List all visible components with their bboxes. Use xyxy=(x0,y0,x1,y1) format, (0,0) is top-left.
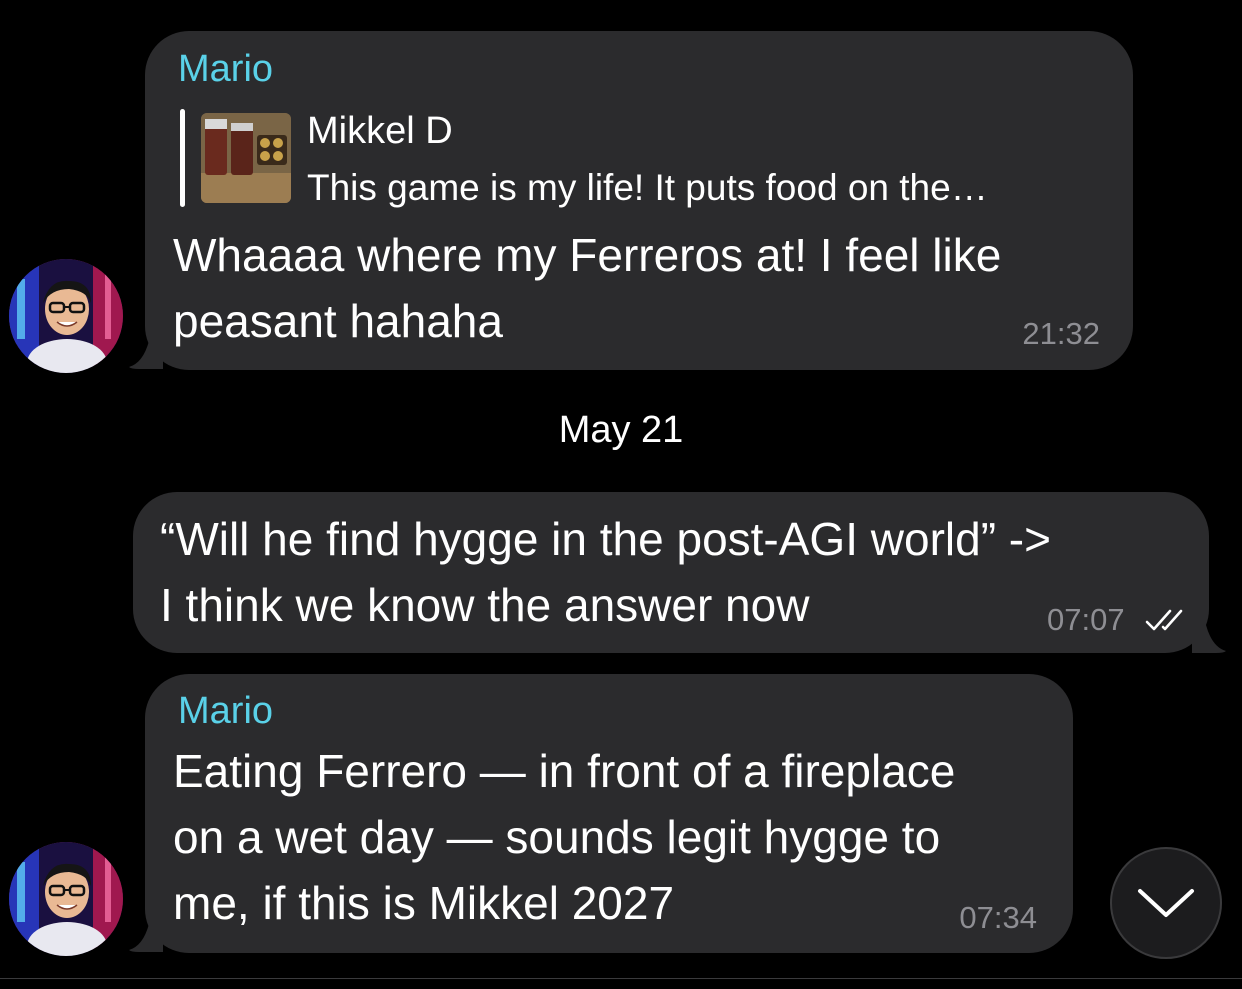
message-bubble-outgoing[interactable]: “Will he find hygge in the post-AGI worl… xyxy=(133,492,1209,653)
message-text-line: Whaaaa where my Ferreros at! I feel like xyxy=(173,229,1002,281)
bubble-tail xyxy=(1192,625,1226,653)
sender-name[interactable]: Mario xyxy=(178,689,273,733)
scroll-to-bottom-button[interactable] xyxy=(1110,847,1222,959)
avatar-image xyxy=(9,842,123,956)
message-text-line: I think we know the answer now xyxy=(160,579,810,631)
avatar-image xyxy=(9,259,123,373)
chevron-down-icon xyxy=(1138,889,1194,917)
message-bubble-incoming[interactable]: Mario Eating Ferrero — in front of a fir… xyxy=(145,674,1073,953)
message-timestamp: 07:34 xyxy=(959,900,1037,935)
message-timestamp: 07:07 xyxy=(1047,602,1125,637)
message-bubble-incoming[interactable]: Mario Mikkel D This game is my life! It … xyxy=(145,31,1133,370)
double-check-icon xyxy=(1145,609,1183,631)
avatar[interactable] xyxy=(9,259,123,373)
bubble-tail xyxy=(129,924,163,952)
date-separator: May 21 xyxy=(558,409,684,451)
reply-thumbnail-image[interactable] xyxy=(201,113,291,203)
avatar[interactable] xyxy=(9,842,123,956)
sender-name[interactable]: Mario xyxy=(178,47,273,91)
bubble-tail xyxy=(129,341,163,369)
reply-author: Mikkel D xyxy=(307,110,453,152)
reply-quote-bar xyxy=(180,109,185,207)
message-text-line: on a wet day — sounds legit hygge to xyxy=(173,811,941,863)
message-text-line: peasant hahaha xyxy=(173,295,503,347)
message-timestamp: 21:32 xyxy=(1022,316,1100,351)
message-text-line: me, if this is Mikkel 2027 xyxy=(173,877,675,929)
reply-preview-text: This game is my life! It puts food on th… xyxy=(307,167,988,208)
message-text-line: “Will he find hygge in the post-AGI worl… xyxy=(160,513,1051,565)
divider xyxy=(0,978,1242,979)
message-text-line: Eating Ferrero — in front of a fireplace xyxy=(173,745,956,797)
